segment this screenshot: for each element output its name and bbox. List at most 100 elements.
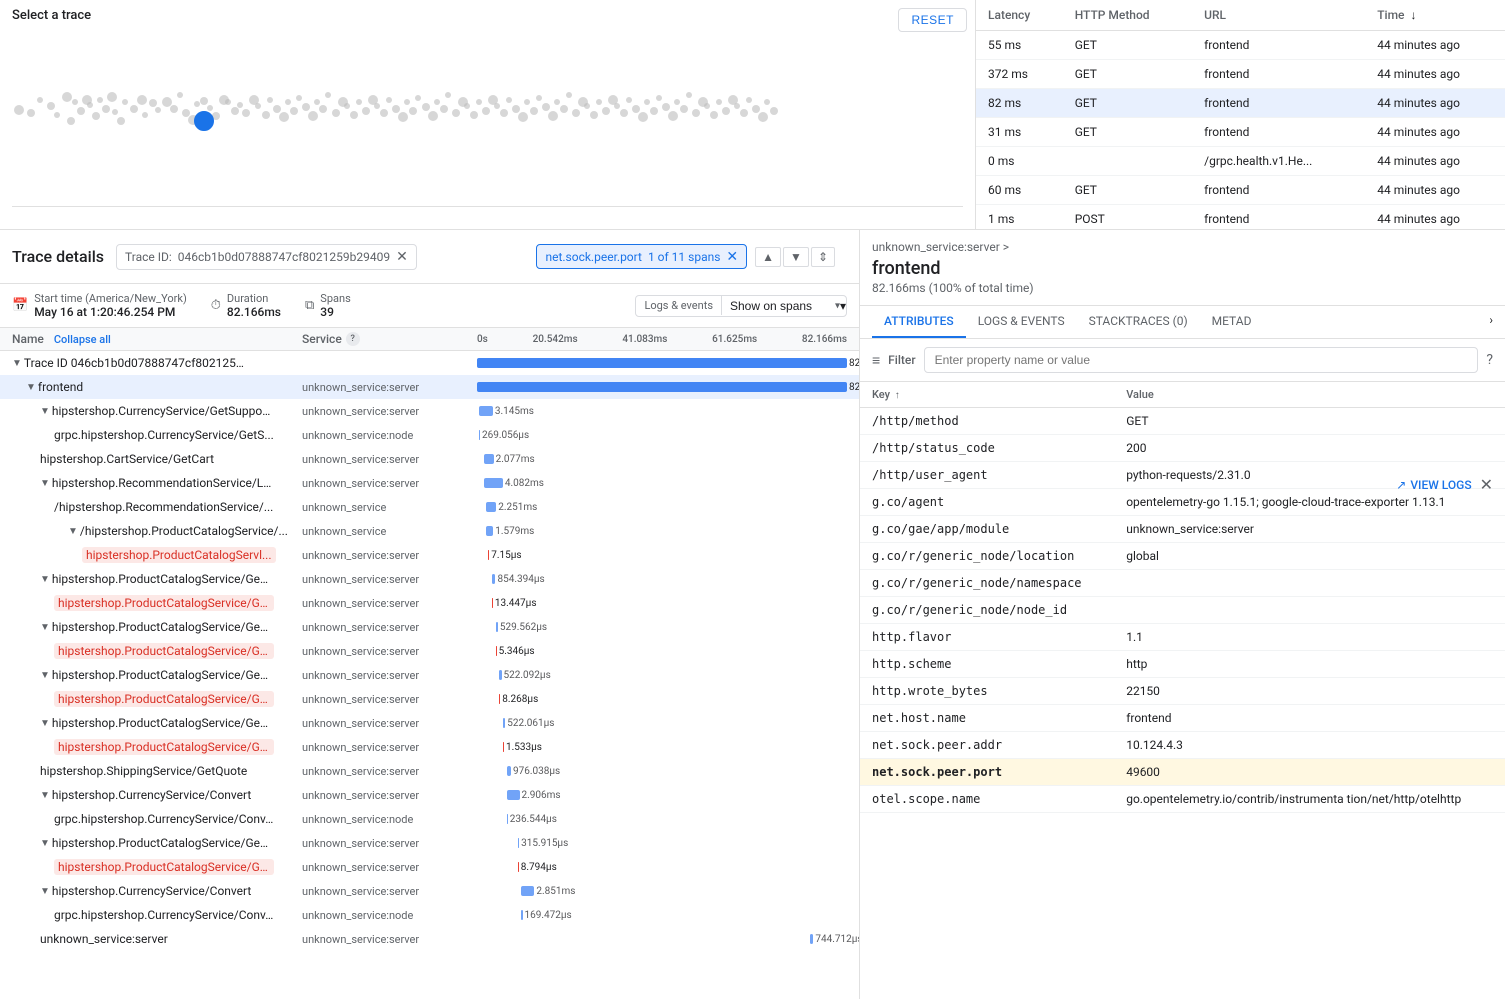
span-toggle[interactable]: ▼ [40,406,50,417]
scatter-dot[interactable] [680,105,688,113]
scatter-dot[interactable] [117,117,125,125]
scatter-dot[interactable] [482,107,490,115]
scatter-dot[interactable] [560,105,568,113]
scatter-dot[interactable] [596,99,602,105]
scatter-dot[interactable] [231,107,239,115]
scatter-dot[interactable] [758,112,768,122]
span-row[interactable]: grpc.hipstershop.CurrencyService/Conv...… [0,807,859,831]
scatter-dot[interactable] [632,105,640,113]
attr-row[interactable]: g.co/r/generic_node/node_id [860,597,1505,624]
scatter-dot[interactable] [524,99,530,105]
scatter-dot[interactable] [548,111,558,121]
scatter-dot[interactable] [97,97,103,103]
scatter-dot[interactable] [319,105,327,113]
scatter-dot[interactable] [77,107,85,115]
scatter-dot[interactable] [590,111,598,119]
span-row[interactable]: hipstershop.ShippingService/GetQuoteunkn… [0,759,859,783]
span-row[interactable]: ▼frontendunknown_service:server82.166ms [0,375,859,399]
scatter-dot[interactable] [536,95,542,101]
span-filter-box[interactable]: net.sock.peer.port 1 of 11 spans ✕ [536,244,747,269]
scatter-dot[interactable] [237,102,243,108]
span-row[interactable]: /hipstershop.RecommendationService/...un… [0,495,859,519]
scatter-dot[interactable] [332,109,340,117]
span-row[interactable]: ▼hipstershop.ProductCatalogService/GetPr… [0,711,859,735]
scatter-dot[interactable] [67,117,75,125]
scatter-dot[interactable] [746,97,752,103]
scatter-dot[interactable] [530,107,538,115]
span-row[interactable]: ▼hipstershop.ProductCatalogService/GetPr… [0,663,859,687]
span-nav-expand[interactable]: ⇕ [811,247,835,267]
scatter-dot[interactable] [350,111,358,119]
scatter-dot[interactable] [296,95,302,101]
col-time[interactable]: Time ↓ [1365,0,1505,31]
scatter-dot[interactable] [194,111,214,131]
scatter-dot[interactable] [428,111,438,121]
span-nav-up[interactable]: ▲ [755,247,781,267]
scatter-dot[interactable] [512,105,520,113]
scatter-dot[interactable] [325,92,331,98]
attr-filter-input[interactable] [924,347,1479,373]
trace-id-input[interactable]: Trace ID: 046cb1b0d07888747cf8021259b294… [116,244,417,270]
scatter-dot[interactable] [740,109,748,117]
span-row[interactable]: hipstershop.ProductCatalogService/Get...… [0,639,859,663]
scatter-dot[interactable] [398,112,408,122]
scatter-dot[interactable] [674,99,680,105]
scatter-dot[interactable] [130,105,138,113]
attr-row[interactable]: http.wrote_bytes 22150 [860,678,1505,705]
scatter-dot[interactable] [137,95,147,105]
scatter-dot[interactable] [650,107,658,115]
scatter-dot[interactable] [626,97,632,103]
span-row[interactable]: ▼/hipstershop.ProductCatalogService/...u… [0,519,859,543]
logs-events-select[interactable]: Show on spans Hide [722,296,837,316]
scatter-dot[interactable] [656,95,662,101]
span-toggle[interactable]: ▼ [40,886,50,897]
scatter-dot[interactable] [37,97,43,103]
scatter-dot[interactable] [356,99,362,105]
scatter-dot[interactable] [572,109,580,117]
attr-row[interactable]: net.sock.peer.port 49600 [860,759,1505,786]
scatter-dot[interactable] [566,92,572,98]
tab-metadata[interactable]: METAD [1200,306,1264,338]
span-row[interactable]: hipstershop.ProductCatalogServl...unknow… [0,543,859,567]
tab-attributes[interactable]: ATTRIBUTES [872,306,966,338]
close-icon[interactable]: ✕ [396,249,408,265]
scatter-dot[interactable] [177,92,183,98]
span-toggle[interactable]: ▼ [40,478,50,489]
span-row[interactable]: hipstershop.ProductCatalogService/Get...… [0,591,859,615]
scatter-dot[interactable] [242,109,250,117]
scatter-dot[interactable] [500,109,508,117]
scatter-dot[interactable] [644,99,650,105]
attr-row[interactable]: g.co/r/generic_node/location global [860,543,1505,570]
span-row[interactable]: ▼hipstershop.ProductCatalogService/GetPr… [0,615,859,639]
attr-row[interactable]: otel.scope.name go.opentelemetry.io/cont… [860,786,1505,813]
span-row[interactable]: ▼hipstershop.ProductCatalogService/GetPr… [0,567,859,591]
service-help-icon[interactable]: ? [346,332,360,346]
span-row[interactable]: hipstershop.ProductCatalogService/Get...… [0,735,859,759]
collapse-all-button[interactable]: Collapse all [54,333,111,346]
span-row[interactable]: ▼hipstershop.CurrencyService/Convertunkn… [0,879,859,903]
span-toggle[interactable]: ▼ [40,622,50,633]
scatter-dot[interactable] [14,105,24,115]
table-row[interactable]: 372 ms GET frontend 44 minutes ago [976,60,1505,89]
attr-row[interactable]: g.co/r/generic_node/namespace [860,570,1505,597]
scatter-dot[interactable] [445,92,451,98]
scatter-dot[interactable] [344,103,350,109]
logs-events-control[interactable]: Logs & events Show on spans Hide ▾ [635,295,847,317]
scatter-dot[interactable] [662,103,670,111]
scatter-dot[interactable] [409,107,417,115]
span-toggle[interactable]: ▼ [40,670,50,681]
scatter-dot[interactable] [308,111,318,121]
scatter-dot[interactable] [142,112,148,118]
span-toggle[interactable]: ▼ [40,718,50,729]
scatter-dot[interactable] [27,109,35,117]
scatter-dot[interactable] [149,99,157,107]
attr-row[interactable]: net.host.name frontend [860,705,1505,732]
attr-row[interactable]: http.scheme http [860,651,1505,678]
scatter-dot[interactable] [207,105,213,111]
attr-row[interactable]: /http/status_code 200 [860,435,1505,462]
scatter-dot[interactable] [620,109,628,117]
scatter-dot[interactable] [602,107,610,115]
scatter-dot[interactable] [452,109,460,117]
scatter-dot[interactable] [734,103,740,109]
attr-row[interactable]: net.sock.peer.addr 10.124.4.3 [860,732,1505,759]
